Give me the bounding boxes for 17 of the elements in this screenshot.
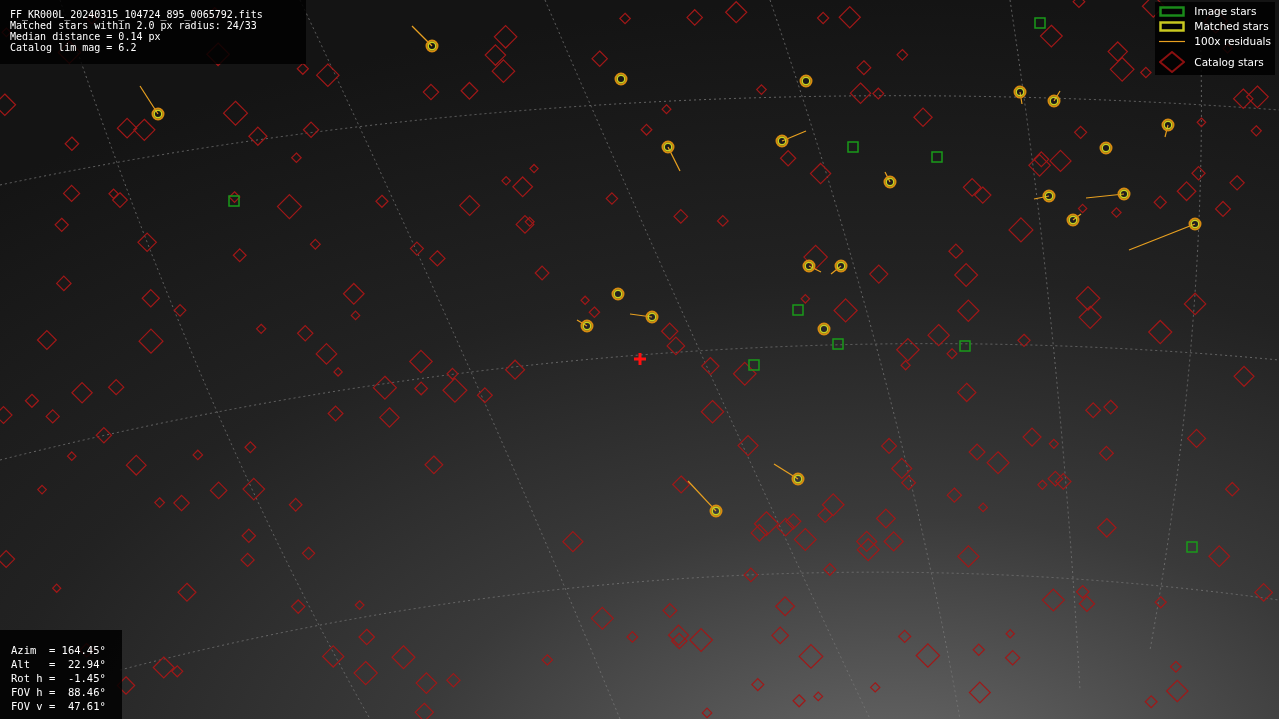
pointing-text: FOV v = 47.61° [11, 699, 107, 713]
image-star-swatch-icon [1159, 6, 1186, 17]
pointing-text: Alt = 22.94° [11, 657, 107, 671]
matched-star-swatch-icon [1159, 21, 1186, 32]
pointing-text: Azim = 164.45° [11, 643, 107, 657]
residual-line-icon [1159, 40, 1186, 43]
catalog-diamond-icon [1159, 51, 1186, 73]
info-text: FF_KR000L_20240315_104724_895_0065792.fits [10, 9, 264, 20]
pointing-text: FOV h = 88.46° [11, 685, 107, 699]
info-text: Matched stars within 2.0 px radius: 24/33 [10, 20, 257, 31]
info-text: Catalog lim mag = 6.2 [10, 42, 138, 53]
info-text: Median distance = 0.14 px [10, 31, 162, 42]
pointing-text: Rot h = -1.45° [11, 671, 107, 685]
legend-label: Catalog stars [1194, 56, 1265, 68]
legend-label: Image stars [1194, 6, 1258, 17]
legend-label: Matched stars [1194, 21, 1270, 32]
legend-label: 100x residuals [1194, 36, 1271, 47]
